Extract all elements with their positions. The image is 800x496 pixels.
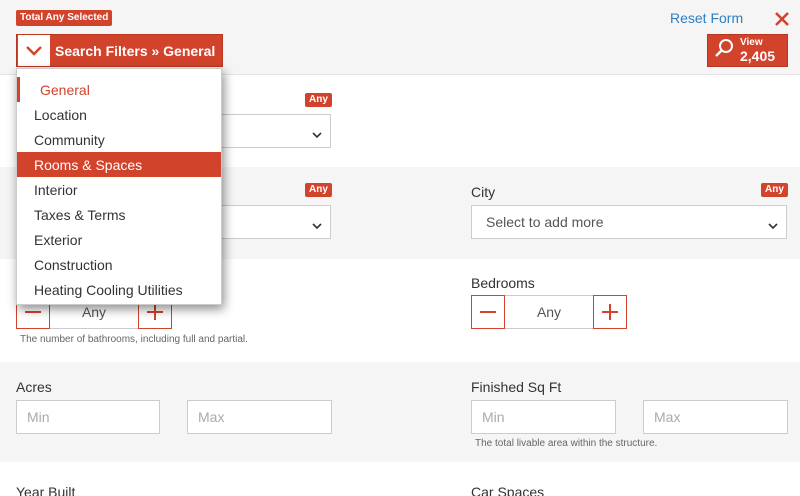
view-results-button[interactable]: View 2,405 [707,34,788,67]
minus-icon [480,311,496,313]
city-select-placeholder: Select to add more [486,214,604,230]
bedrooms-value[interactable]: Any [505,295,593,329]
sqft-max-placeholder: Max [654,409,681,425]
menu-item-general[interactable]: General [17,77,221,102]
chevron-down-icon [768,217,778,233]
finished-sqft-label: Finished Sq Ft [471,379,562,395]
search-icon [714,38,734,63]
plus-icon [147,304,163,320]
any-badge: Any [305,93,332,107]
menu-item-rooms-spaces[interactable]: Rooms & Spaces [17,152,221,177]
acres-max-placeholder: Max [198,409,225,425]
menu-item-community[interactable]: Community [17,127,221,152]
view-label: View [740,37,763,48]
chevron-down-icon [18,35,50,66]
filter-row-5: Year Built Car Spaces [0,463,800,496]
minus-icon [25,311,41,313]
search-filters-label: Search Filters » General [55,42,216,59]
filter-header: Total Any Selected Search Filters » Gene… [0,0,800,75]
sqft-max-input[interactable]: Max [643,400,788,434]
acres-min-placeholder: Min [27,409,50,425]
bedrooms-decrement-button[interactable] [471,295,505,329]
close-icon[interactable] [773,10,791,28]
car-spaces-label: Car Spaces [471,484,545,496]
filter-row-4: Acres Min Max Finished Sq Ft Min Max The… [0,362,800,462]
acres-label: Acres [16,379,52,395]
sqft-hint: The total livable area within the struct… [475,438,658,449]
search-filters-button[interactable]: Search Filters » General [16,34,223,67]
bedrooms-stepper: Any [471,295,627,329]
plus-icon [602,304,618,320]
acres-min-input[interactable]: Min [16,400,160,434]
bedrooms-increment-button[interactable] [593,295,627,329]
sqft-min-placeholder: Min [482,409,505,425]
menu-item-exterior[interactable]: Exterior [17,227,221,252]
view-results-text: View 2,405 [740,37,776,64]
chevron-down-icon [312,217,322,233]
total-any-selected-badge: Total Any Selected [16,10,113,26]
city-select[interactable]: Select to add more [471,205,787,239]
sqft-min-input[interactable]: Min [471,400,616,434]
menu-item-construction[interactable]: Construction [17,252,221,277]
bathrooms-hint: The number of bathrooms, including full … [20,334,248,345]
view-count: 2,405 [740,48,776,64]
menu-item-heating-cooling-utilities[interactable]: Heating Cooling Utilities [17,277,221,302]
filter-category-menu: General Location Community Rooms & Space… [16,68,222,305]
menu-item-taxes-terms[interactable]: Taxes & Terms [17,202,221,227]
menu-item-location[interactable]: Location [17,102,221,127]
reset-form-link[interactable]: Reset Form [670,10,743,26]
menu-item-interior[interactable]: Interior [17,177,221,202]
city-label: City [471,184,496,200]
city-any-badge: Any [761,183,788,197]
chevron-down-icon [312,126,322,142]
acres-max-input[interactable]: Max [187,400,332,434]
year-built-label: Year Built [16,484,76,496]
bedrooms-label: Bedrooms [471,275,535,291]
any-badge: Any [305,183,332,197]
